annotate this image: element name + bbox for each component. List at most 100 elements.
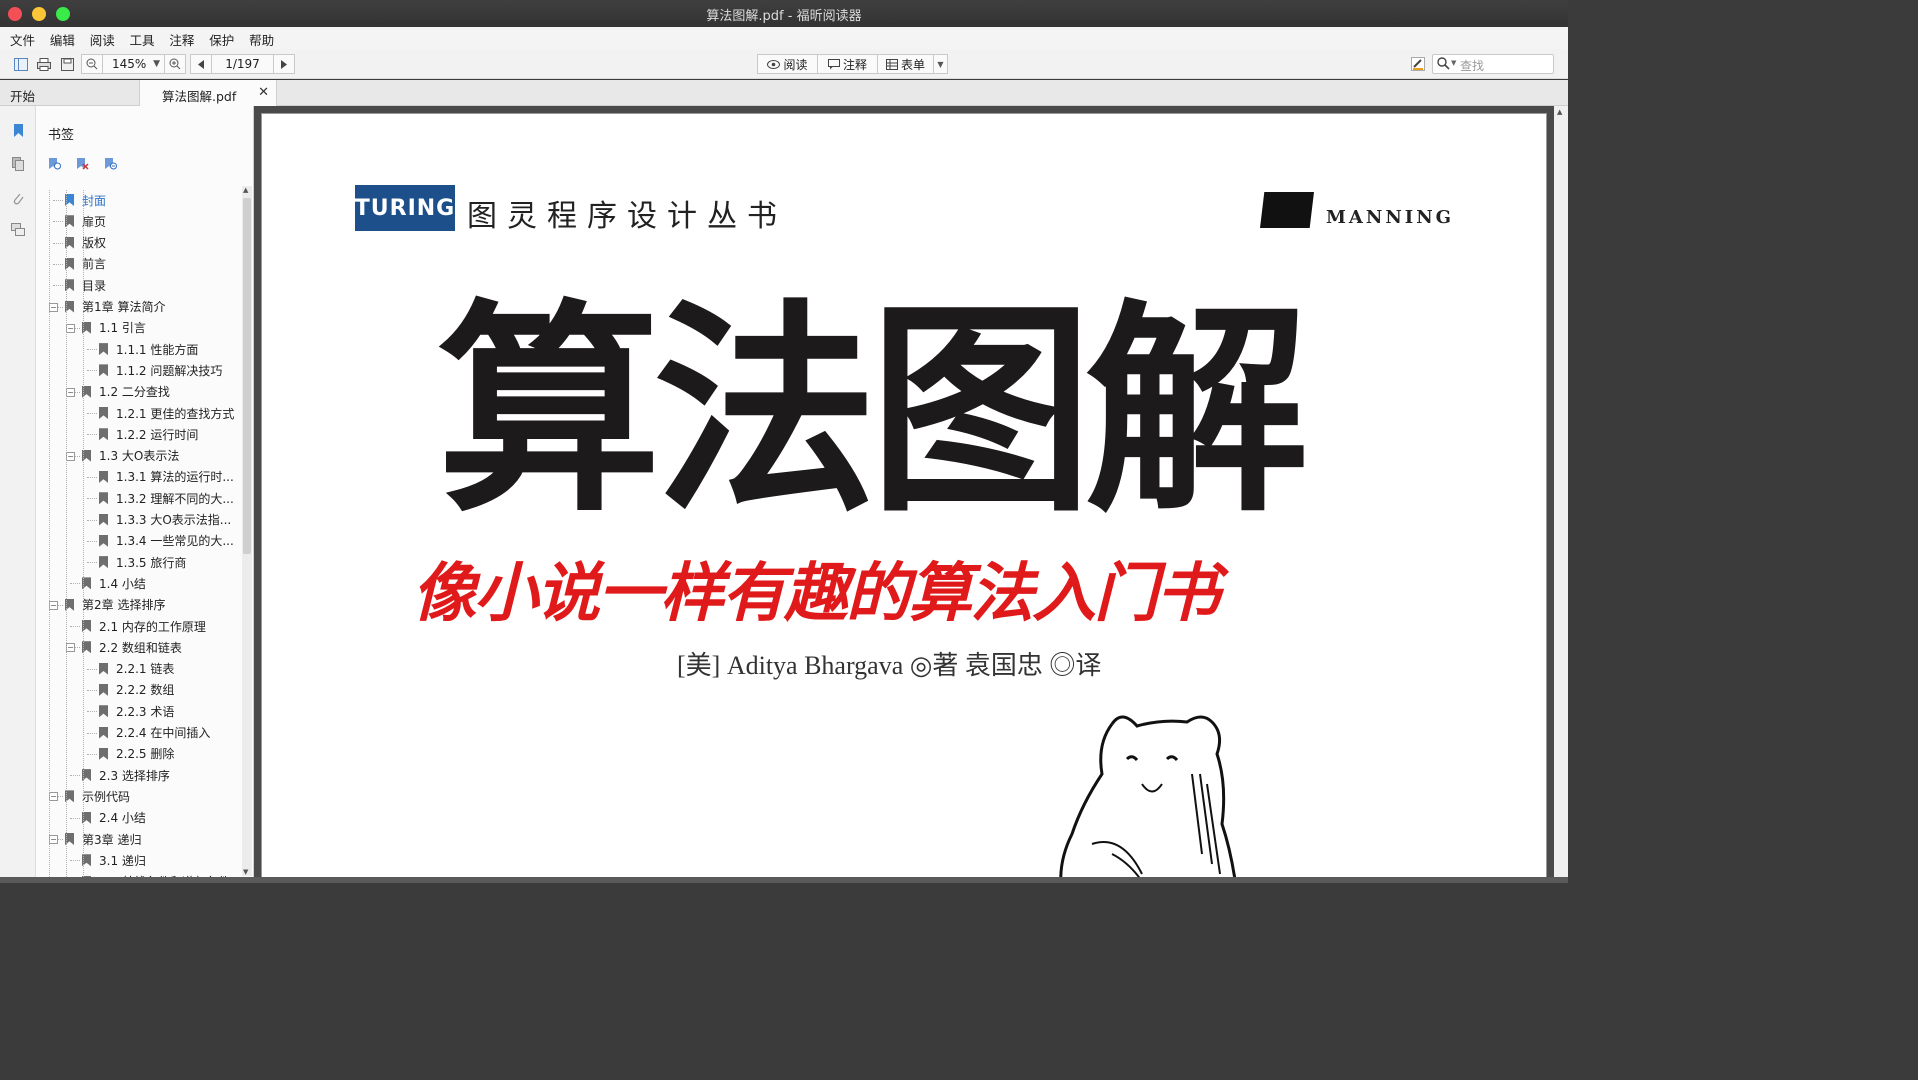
collapse-toggle-icon[interactable]: − [49,792,58,802]
document-viewport[interactable]: TURING 图灵程序设计丛书 MANNING 算法图解 像小说一样有趣的算法入… [254,106,1554,877]
collapse-toggle-icon[interactable]: − [66,451,75,461]
menu-file[interactable]: 文件 [10,27,35,49]
comment-mode-button[interactable]: 注释 [818,55,878,73]
thumbnails-panel-icon[interactable] [10,156,26,172]
bookmark-label: 1.3.1 算法的运行时... [116,470,234,485]
menu-view[interactable]: 阅读 [90,27,115,49]
zoom-in-icon[interactable] [165,55,185,73]
search-input[interactable]: 查找 [1460,57,1484,74]
bookmark-item[interactable]: 1.4 小结 [82,573,146,593]
save-icon[interactable] [57,54,77,74]
bookmark-item[interactable]: 2.2.1 链表 [99,659,174,679]
bookmark-item[interactable]: 前言 [65,254,106,274]
menu-protect[interactable]: 保护 [209,27,234,49]
bookmark-item[interactable]: 2.2.2 数组 [99,680,174,700]
bookmark-item[interactable]: 2.4 小结 [82,808,146,828]
bookmark-scrollbar[interactable]: ▲ ▼ [242,186,252,876]
bookmark-panel-icon[interactable] [10,122,26,138]
bookmark-item[interactable]: 2.2.4 在中间插入 [99,723,210,743]
bookmark-item[interactable]: 1.1 引言 [82,318,146,338]
tree-connector [87,519,97,521]
bookmark-item[interactable]: 第2章 选择排序 [65,595,165,615]
bookmark-item[interactable]: 第3章 递归 [65,829,141,849]
scroll-up-icon[interactable]: ▲ [243,186,248,194]
bookmark-label: 1.3.5 旅行商 [116,555,187,570]
tab-document-label: 算法图解.pdf [162,89,237,104]
bookmark-label: 1.1.1 性能方面 [116,342,199,357]
bookmark-item[interactable]: 1.1.1 性能方面 [99,339,198,359]
menu-help[interactable]: 帮助 [249,27,274,49]
sidebar-toggle-icon[interactable] [11,54,31,74]
collapse-toggle-icon[interactable]: − [66,323,75,333]
zoom-select[interactable]: 145% ▼ [103,55,165,73]
tree-connector [87,668,97,670]
attachment-panel-icon[interactable] [10,190,26,206]
add-bookmark-icon[interactable] [104,157,120,173]
collapse-toggle-icon[interactable]: − [49,835,58,844]
series-title: 图灵程序设计丛书 [467,199,787,234]
next-page-icon[interactable] [274,55,294,73]
menu-comment[interactable]: 注释 [169,27,194,49]
bookmark-scroll-thumb[interactable] [243,198,251,554]
bookmark-label: 1.2 二分查找 [99,385,170,400]
bookmark-item[interactable]: 示例代码 [65,786,130,806]
bookmark-item[interactable]: 1.2.2 运行时间 [99,424,198,444]
bookmark-item[interactable]: 版权 [65,233,106,253]
collapse-toggle-icon[interactable]: − [66,387,75,397]
book-authors: [美] Aditya Bhargava ◎著 袁国忠 ◎译 [677,651,1102,680]
read-mode-button[interactable]: 阅读 [758,55,818,73]
document-scrollbar[interactable]: ▲ [1554,106,1568,877]
bookmark-item[interactable]: 1.3.1 算法的运行时... [99,467,234,487]
panel-title: 书签 [48,128,75,143]
bookmark-item[interactable]: 1.2 二分查找 [82,382,170,402]
mode-dropdown-chevron-icon[interactable]: ▼ [934,55,947,73]
tree-connector [70,626,80,627]
bookmark-item[interactable]: 2.3 选择排序 [82,765,170,785]
comments-panel-icon[interactable] [10,222,26,238]
bookmark-item[interactable]: 扉页 [65,211,106,231]
form-mode-button[interactable]: 表单 [878,55,934,73]
bookmark-item[interactable]: 1.3.5 旅行商 [99,552,186,572]
manning-wordmark: MANNING [1326,207,1455,228]
search-box[interactable]: ▼ 查找 [1432,54,1554,74]
bookmark-item[interactable]: 1.2.1 更佳的查找方式 [99,403,234,423]
page-input[interactable]: 1/197 [212,55,274,73]
tab-start[interactable]: 开始 [0,80,140,106]
bookmark-item[interactable]: 2.2.5 删除 [99,744,174,764]
tree-connector [70,860,80,862]
bookmark-item[interactable]: 1.1.2 问题解决技巧 [99,360,222,380]
menu-edit[interactable]: 编辑 [50,27,75,49]
bookmark-item[interactable]: 目录 [65,275,106,295]
zoom-out-icon[interactable] [82,55,103,73]
tab-document[interactable]: 算法图解.pdf ✕ [140,80,277,106]
bookmark-item[interactable]: 第1章 算法简介 [65,297,165,317]
delete-bookmark-icon[interactable] [76,157,92,173]
tree-connector [87,413,97,414]
bookmark-item[interactable]: 1.3.4 一些常见的大... [99,531,234,551]
zoom-control: 145% ▼ [81,54,186,74]
collapse-toggle-icon[interactable]: − [49,302,58,312]
collapse-toggle-icon[interactable]: − [66,643,75,653]
bookmark-icon [99,364,108,377]
bookmark-item[interactable]: 1.3.3 大O表示法指... [99,510,231,530]
search-options-chevron-icon[interactable]: ▼ [1451,59,1456,67]
bookmark-item[interactable]: 2.1 内存的工作原理 [82,616,206,636]
bookmark-item[interactable]: 封面 [65,190,106,210]
expand-bookmark-icon[interactable] [48,157,64,173]
doc-scroll-up-icon[interactable]: ▲ [1557,108,1562,116]
collapse-toggle-icon[interactable]: − [49,600,58,610]
print-icon[interactable] [34,54,54,74]
bookmark-item[interactable]: 3.1 递归 [82,850,146,870]
bookmark-item[interactable]: 2.2.3 术语 [99,701,174,721]
bookmark-item[interactable]: 1.3 大O表示法 [82,446,179,466]
scroll-down-icon[interactable]: ▼ [243,868,248,876]
close-tab-icon[interactable]: ✕ [258,85,269,100]
bookmark-item[interactable]: 1.3.2 理解不同的大... [99,488,234,508]
bookmark-item[interactable]: 2.2 数组和链表 [82,637,182,657]
menu-tools[interactable]: 工具 [130,27,155,49]
bookmark-icon [99,747,108,760]
bookmark-label: 第3章 递归 [82,832,142,847]
previous-page-icon[interactable] [191,55,212,73]
highlight-pen-icon[interactable] [1408,54,1428,74]
tab-start-label: 开始 [10,89,36,104]
